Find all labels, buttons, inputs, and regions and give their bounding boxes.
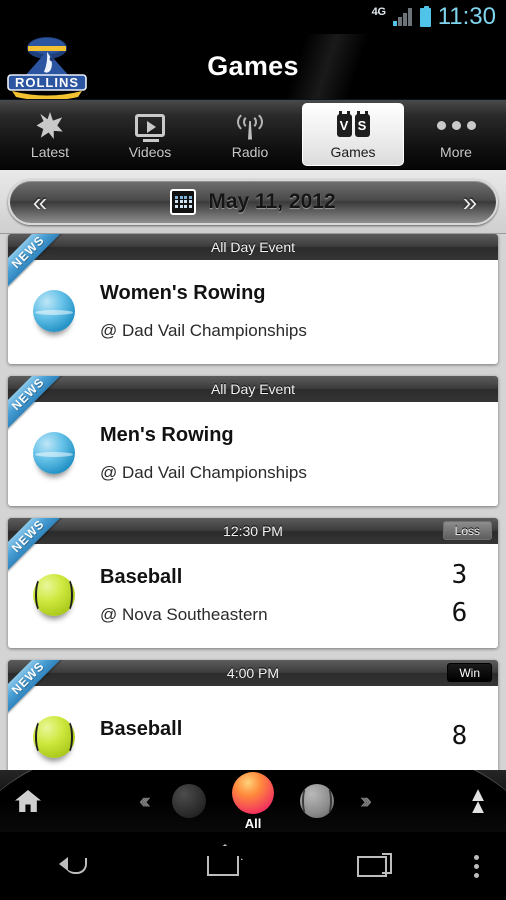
game-sport: Baseball (100, 565, 183, 588)
sport-icon-column (8, 574, 100, 616)
game-info: Men's Rowing @ Dad Vail Championships (100, 424, 434, 483)
network-type-label: 4G (371, 5, 386, 18)
status-clock: 11:30 (437, 3, 496, 30)
game-card-header: 12:30 PM Loss (8, 518, 498, 544)
nav-back-button[interactable] (0, 856, 149, 876)
game-opponent: @ Dad Vail Championships (100, 320, 307, 340)
sport-icon-column (8, 716, 100, 758)
game-card-body: Women's Rowing @ Dad Vail Championships (8, 260, 498, 364)
home-icon[interactable] (0, 790, 56, 812)
radio-tower-icon (235, 110, 265, 142)
game-opponent: @ Dad Vail Championships (100, 462, 307, 482)
star-icon (36, 110, 64, 142)
video-icon (135, 110, 165, 142)
game-opponent: @ Nova Southeastern (100, 604, 268, 624)
game-card-body: Men's Rowing @ Dad Vail Championships (8, 402, 498, 506)
carousel-selected-item[interactable]: All (232, 771, 274, 831)
tab-radio-label: Radio (231, 143, 269, 160)
sport-filter-bar[interactable]: ‹‹‹ All ››› ▲ ▲ (0, 770, 506, 832)
tab-latest[interactable]: Latest (0, 100, 100, 169)
rowing-ball-icon (33, 290, 75, 332)
game-card[interactable]: NEWS All Day Event Women's Rowing @ Dad … (8, 234, 498, 364)
game-time: All Day Event (210, 381, 296, 397)
date-pill[interactable]: « May 11, 2012 » (8, 178, 498, 225)
game-info: Baseball @ Nova Southeastern (100, 566, 434, 625)
score-opponent: 6 (451, 598, 469, 628)
android-nav-bar (0, 832, 506, 900)
game-info: Baseball (100, 718, 434, 757)
battery-full-icon (419, 5, 431, 27)
game-card[interactable]: NEWS All Day Event Men's Rowing @ Dad Va… (8, 376, 498, 506)
status-bar: 4G 11:30 (0, 0, 506, 34)
game-scores: 3 6 (434, 557, 486, 632)
tab-videos-label: Videos (128, 143, 172, 160)
game-time: 12:30 PM (223, 523, 283, 539)
previous-date-button[interactable]: « (10, 189, 66, 215)
game-card[interactable]: NEWS 12:30 PM Loss Baseball @ Nova South… (8, 518, 498, 648)
sport-icon-column (8, 290, 100, 332)
tab-videos[interactable]: Videos (100, 100, 200, 169)
game-scores: 8 (434, 718, 486, 756)
next-date-button[interactable]: » (440, 189, 496, 215)
tab-more[interactable]: More (406, 100, 506, 169)
game-time: 4:00 PM (226, 665, 280, 681)
score-team: 3 (451, 560, 469, 591)
game-time: All Day Event (210, 239, 296, 255)
date-selector-bar: « May 11, 2012 » (0, 170, 506, 234)
carousel-ball-left[interactable] (172, 784, 206, 818)
home-icon (207, 856, 239, 876)
games-list[interactable]: NEWS All Day Event Women's Rowing @ Dad … (0, 234, 506, 794)
nav-menu-button[interactable] (446, 854, 506, 878)
game-sport: Men's Rowing (100, 423, 234, 446)
overflow-menu-icon (473, 854, 479, 878)
date-display[interactable]: May 11, 2012 (66, 188, 440, 215)
game-card-header: All Day Event (8, 234, 498, 260)
page-title: Games (207, 51, 299, 81)
calendar-icon[interactable] (170, 188, 197, 215)
chevron-up-icon[interactable]: ▲ ▲ (450, 785, 506, 817)
back-icon (59, 856, 89, 876)
status-badge: Loss (442, 521, 492, 540)
ellipsis-icon (436, 110, 476, 142)
tab-games-label: Games (330, 143, 376, 160)
status-badge: Win (447, 663, 492, 682)
signal-bars-icon (392, 8, 413, 26)
score-team: 8 (451, 721, 469, 752)
game-card-header: 4:00 PM Win (8, 660, 498, 686)
nav-recents-button[interactable] (297, 852, 446, 877)
carousel-next-chevron-icon[interactable]: ››› (360, 788, 372, 814)
carousel-ball-right[interactable] (300, 784, 334, 818)
baseball-icon (33, 574, 75, 616)
tab-more-label: More (440, 143, 472, 160)
selected-sport-label: All (244, 815, 262, 831)
game-card-body: Baseball @ Nova Southeastern 3 6 (8, 544, 498, 648)
tab-radio[interactable]: Radio (200, 100, 300, 169)
game-card-header: All Day Event (8, 376, 498, 402)
game-sport: Baseball (100, 717, 183, 740)
baseball-icon (33, 716, 75, 758)
tab-games[interactable]: VS Games (302, 103, 404, 166)
current-date-label: May 11, 2012 (208, 189, 336, 213)
carousel-prev-chevron-icon[interactable]: ‹‹‹ (139, 788, 151, 814)
sport-carousel[interactable]: ‹‹‹ All ››› (56, 771, 450, 831)
main-tab-bar: Latest Videos Radio VS Games More (0, 100, 506, 170)
all-sports-ball-icon[interactable] (232, 771, 274, 814)
tab-latest-label: Latest (30, 143, 70, 160)
rowing-ball-icon (33, 432, 75, 474)
sport-icon-column (8, 432, 100, 474)
nav-home-button[interactable] (149, 856, 298, 876)
app-header: ROLLINS Games (0, 34, 506, 100)
recents-icon (356, 852, 392, 877)
game-sport: Women's Rowing (100, 281, 266, 304)
game-info: Women's Rowing @ Dad Vail Championships (100, 282, 434, 341)
vs-icon: VS (336, 110, 370, 142)
